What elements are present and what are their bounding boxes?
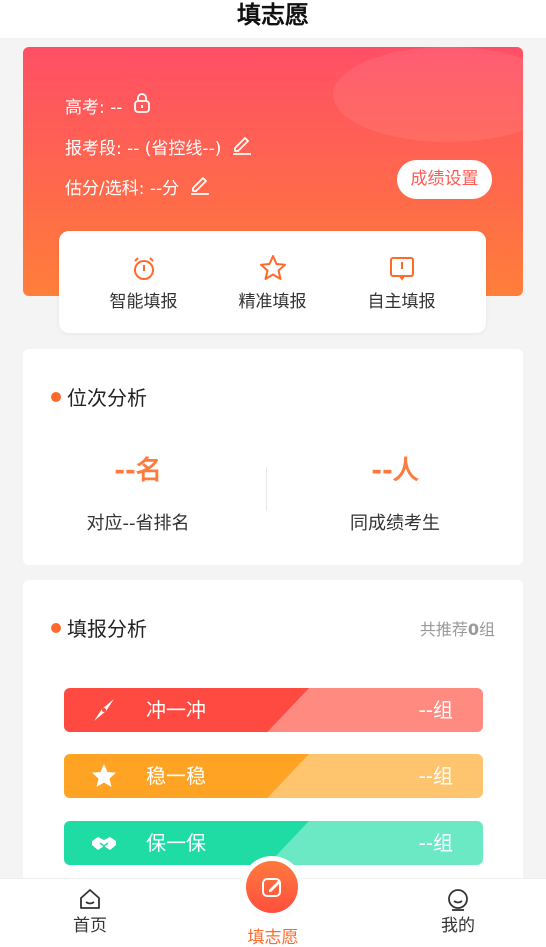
home-icon	[80, 889, 100, 909]
edit-icon[interactable]	[231, 133, 253, 160]
band-safe[interactable]: 保一保 --组	[64, 821, 483, 865]
band-reach[interactable]: 冲一冲 --组	[64, 688, 483, 732]
tab-fill[interactable]: 填志愿	[240, 923, 306, 947]
tab-label: 填志愿	[247, 928, 299, 947]
same-score-stat: --人 同成绩考生	[280, 450, 510, 535]
exam-label: 高考: --	[65, 98, 123, 118]
recommend-prefix: 共推荐	[419, 620, 468, 639]
lock-icon	[132, 92, 152, 119]
band-count: --组	[418, 698, 453, 722]
alarm-clock-icon	[133, 256, 154, 280]
tab-home[interactable]: 首页	[68, 887, 112, 936]
mode-precise-fill[interactable]: 精准填报	[223, 253, 323, 312]
bullet-dot	[51, 622, 61, 633]
band-name: 冲一冲	[146, 698, 206, 722]
rank-analysis-title: 位次分析	[67, 386, 147, 410]
fill-analysis-card: 填报分析 共推荐0组 冲一冲 --组 稳一稳 --组 保一保 --组	[23, 580, 523, 890]
tab-label: 首页	[73, 916, 107, 936]
estimate-row[interactable]: 估分/选科: --分	[65, 173, 211, 200]
exam-row: 高考: --	[65, 92, 152, 119]
score-settings-button[interactable]: 成绩设置	[397, 160, 492, 199]
rank-value: --名	[114, 456, 162, 486]
tab-mine[interactable]: 我的	[436, 887, 480, 936]
same-score-value: --人	[371, 456, 419, 486]
fill-fab-button[interactable]	[246, 861, 298, 913]
recommend-count-text: 共推荐0组	[420, 616, 495, 640]
edit-icon[interactable]	[189, 173, 211, 200]
level-label: 报考段: -- (省控线--)	[65, 139, 222, 159]
handshake-icon	[92, 837, 116, 850]
estimate-label: 估分/选科: --分	[65, 179, 180, 199]
bullet-dot	[51, 391, 61, 402]
star-icon	[92, 764, 116, 787]
province-rank-stat: --名 对应--省排名	[23, 450, 253, 535]
recommend-suffix: 组	[478, 620, 495, 639]
band-name: 稳一稳	[146, 764, 206, 788]
mode-smart-fill[interactable]: 智能填报	[94, 253, 194, 312]
mode-label: 精准填报	[238, 291, 307, 312]
band-count: --组	[418, 764, 453, 788]
mode-self-fill[interactable]: 自主填报	[352, 253, 452, 312]
rank-caption: 对应--省排名	[86, 513, 190, 534]
fill-analysis-title: 填报分析	[67, 617, 147, 641]
band-steady[interactable]: 稳一稳 --组	[64, 754, 483, 798]
decorative-blob	[333, 47, 523, 142]
section-title: 填报分析	[51, 613, 147, 642]
compass-icon	[94, 699, 114, 721]
level-row[interactable]: 报考段: -- (省控线--)	[65, 133, 253, 160]
band-name: 保一保	[146, 831, 206, 855]
rank-analysis-card: 位次分析 --名 对应--省排名 --人 同成绩考生	[23, 349, 523, 565]
band-count: --组	[418, 831, 453, 855]
profile-icon	[448, 889, 468, 911]
page-title: 填志愿	[237, 1, 309, 29]
mode-label: 智能填报	[109, 291, 178, 312]
title-bar: 填志愿	[0, 0, 546, 38]
section-title: 位次分析	[51, 382, 147, 411]
edit-square-icon	[262, 878, 281, 897]
recommend-count: 0	[467, 620, 479, 639]
star-icon	[259, 254, 286, 280]
same-score-caption: 同成绩考生	[350, 513, 440, 534]
fill-mode-selector: 智能填报 精准填报 自主填报	[59, 231, 486, 333]
book-icon	[389, 256, 414, 281]
tab-label: 我的	[441, 916, 475, 936]
divider	[266, 467, 267, 511]
mode-label: 自主填报	[367, 291, 436, 312]
